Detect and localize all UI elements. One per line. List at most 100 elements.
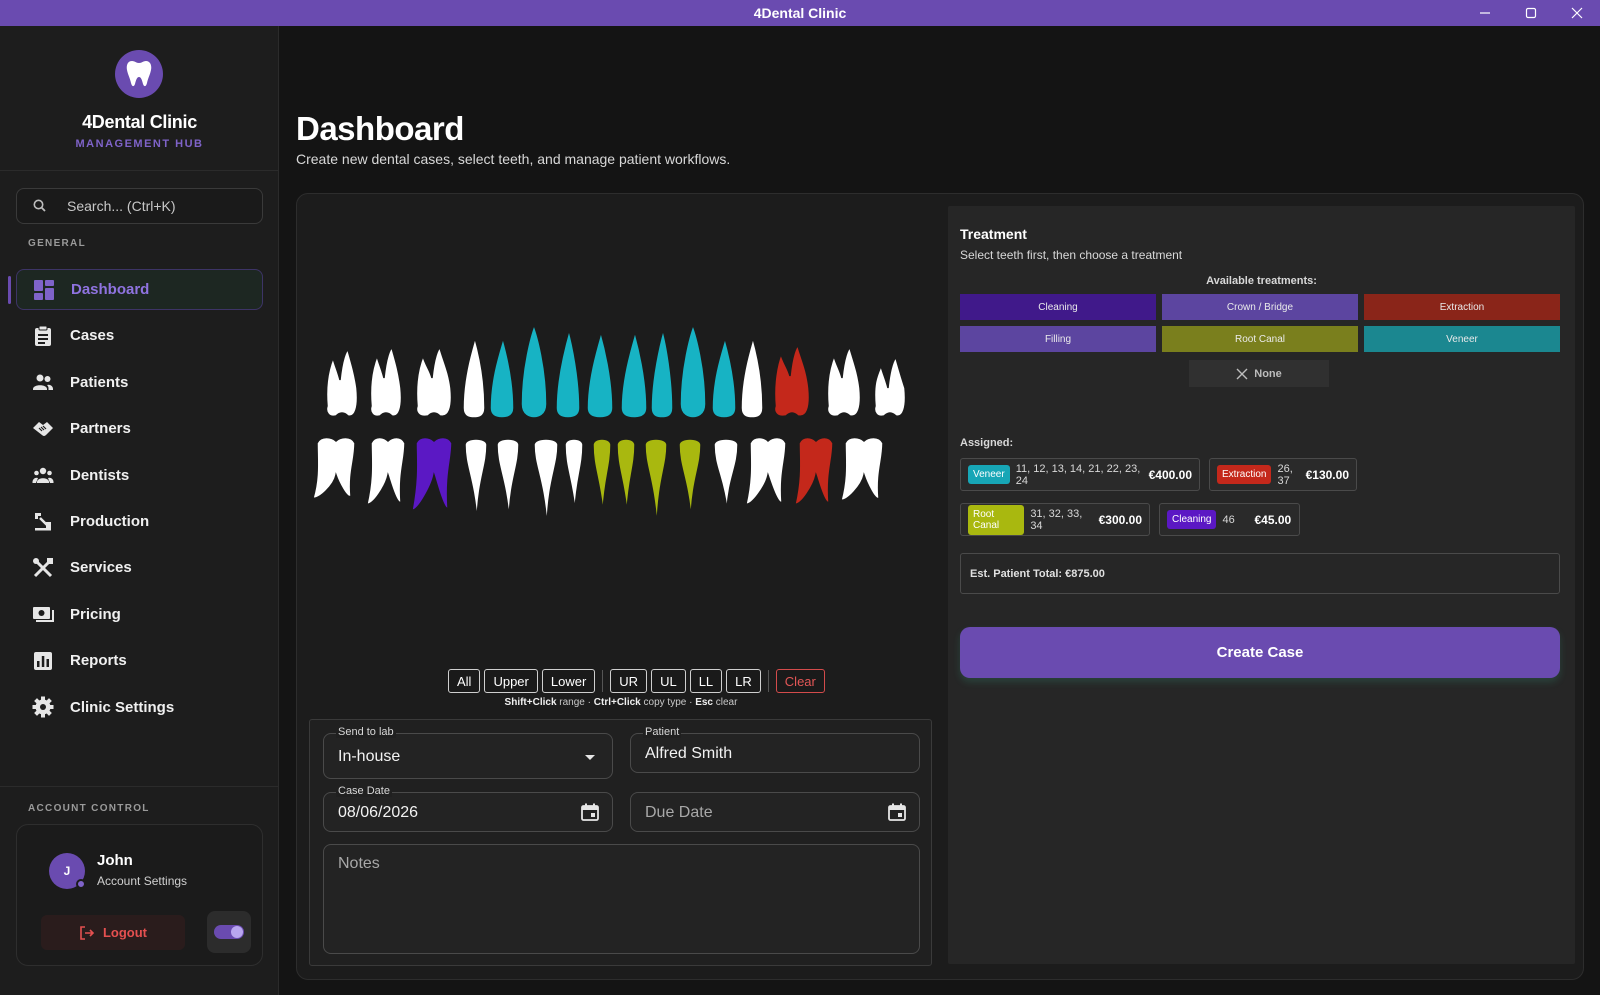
sidebar-item-partners[interactable]: Partners <box>16 408 263 449</box>
maximize-button[interactable] <box>1508 0 1554 26</box>
assigned-chip-veneer[interactable]: Veneer 11, 12, 13, 14, 21, 22, 23, 24 €4… <box>960 458 1200 491</box>
lower-tooth[interactable] <box>312 436 356 499</box>
treatment-root-canal-button[interactable]: Root Canal <box>1162 326 1358 352</box>
calendar-icon <box>888 803 906 821</box>
upper-tooth[interactable] <box>555 327 581 419</box>
assigned-chip-cleaning[interactable]: Cleaning 46 €45.00 <box>1159 503 1300 536</box>
lower-tooth[interactable] <box>533 438 559 527</box>
sidebar-item-clinic-settings[interactable]: Clinic Settings <box>16 687 263 728</box>
sidebar-item-dentists[interactable]: Dentists <box>16 455 263 496</box>
quadrant-lr-button[interactable]: LR <box>726 669 761 693</box>
logout-button[interactable]: Logout <box>41 915 185 950</box>
treatment-none-button[interactable]: None <box>1189 360 1329 387</box>
brand-subtitle: MANAGEMENT HUB <box>75 138 204 150</box>
sidebar-item-label: Production <box>70 512 150 530</box>
hint-text: copy type · <box>640 697 696 708</box>
treatment-panel: Treatment Select teeth first, then choos… <box>948 206 1575 964</box>
upper-tooth[interactable] <box>620 329 648 419</box>
lower-tooth[interactable] <box>411 436 453 511</box>
assigned-price: €45.00 <box>1254 512 1292 527</box>
sidebar-item-pricing[interactable]: Pricing <box>16 594 263 635</box>
select-all-button[interactable]: All <box>448 669 481 693</box>
calendar-icon <box>581 803 599 821</box>
assigned-chip-extraction[interactable]: Extraction 26, 37 €130.00 <box>1209 458 1357 491</box>
clear-selection-button[interactable]: Clear <box>775 669 825 693</box>
page-subtitle: Create new dental cases, select teeth, a… <box>296 151 731 167</box>
lower-tooth[interactable] <box>496 438 520 519</box>
keyboard-hint: Shift+Click range · Ctrl+Click copy type… <box>448 697 794 708</box>
upper-tooth[interactable] <box>325 349 359 418</box>
avatar[interactable]: J <box>49 853 86 889</box>
close-button[interactable] <box>1554 0 1600 26</box>
group-icon <box>32 464 54 486</box>
upper-tooth[interactable] <box>650 327 674 419</box>
theme-toggle[interactable] <box>207 911 251 953</box>
assigned-chip-root-canal[interactable]: Root Canal 31, 32, 33, 34 €300.00 <box>960 503 1150 536</box>
quadrant-ll-button[interactable]: LL <box>689 669 723 693</box>
quadrant-ur-button[interactable]: UR <box>610 669 648 693</box>
upper-tooth[interactable] <box>773 345 811 418</box>
hint-key: Esc <box>695 697 713 708</box>
available-treatments-label: Available treatments: <box>1206 275 1317 287</box>
upper-tooth[interactable] <box>679 322 707 419</box>
lower-tooth[interactable] <box>592 438 612 513</box>
upper-tooth[interactable] <box>711 335 737 419</box>
lower-tooth[interactable] <box>840 436 884 501</box>
account-card: J John Account Settings Logout <box>16 824 263 966</box>
treatment-tag: Root Canal <box>968 504 1025 535</box>
lower-tooth[interactable] <box>644 438 668 527</box>
lower-tooth[interactable] <box>564 438 584 511</box>
create-case-button[interactable]: Create Case <box>960 627 1560 678</box>
treatment-filling-button[interactable]: Filling <box>960 326 1156 352</box>
lower-tooth[interactable] <box>616 438 636 513</box>
upper-tooth[interactable] <box>740 335 764 419</box>
upper-tooth[interactable] <box>873 357 907 418</box>
patient-field[interactable]: Patient Alfred Smith <box>630 726 920 773</box>
treatment-cleaning-button[interactable]: Cleaning <box>960 294 1156 320</box>
sidebar-item-dashboard[interactable]: Dashboard <box>8 269 263 310</box>
lower-tooth[interactable] <box>794 436 834 505</box>
due-date-field[interactable]: Due Date <box>630 792 920 832</box>
treatment-veneer-button[interactable]: Veneer <box>1364 326 1560 352</box>
select-upper-button[interactable]: Upper <box>484 669 538 693</box>
lower-tooth[interactable] <box>745 436 787 505</box>
sidebar-item-reports[interactable]: Reports <box>16 640 263 681</box>
field-value: Alfred Smith <box>645 745 733 762</box>
close-icon <box>1571 7 1583 19</box>
sidebar-item-cases[interactable]: Cases <box>16 315 263 356</box>
field-label: Patient <box>643 726 682 738</box>
upper-tooth[interactable] <box>489 335 515 419</box>
select-lower-button[interactable]: Lower <box>541 669 596 693</box>
close-icon <box>1236 368 1248 379</box>
upper-tooth[interactable] <box>586 329 614 419</box>
sidebar-item-production[interactable]: Production <box>16 501 263 542</box>
search-input[interactable]: Search... (Ctrl+K) <box>16 188 263 224</box>
case-form: Send to lab In-house Patient Alfred Smit… <box>309 719 932 966</box>
sidebar-item-patients[interactable]: Patients <box>16 362 263 403</box>
sidebar-item-label: Patients <box>70 373 129 391</box>
lower-tooth[interactable] <box>366 436 406 505</box>
upper-tooth[interactable] <box>369 347 403 418</box>
upper-tooth[interactable] <box>520 322 548 419</box>
quadrant-ul-button[interactable]: UL <box>651 669 686 693</box>
lower-tooth[interactable] <box>464 438 488 521</box>
case-date-field[interactable]: Case Date 08/06/2026 <box>323 785 613 832</box>
assigned-teeth: 11, 12, 13, 14, 21, 22, 23, 24 <box>1015 462 1141 487</box>
upper-tooth[interactable] <box>415 347 453 418</box>
sidebar-item-label: Cases <box>70 327 115 345</box>
send-to-lab-select[interactable]: Send to lab In-house <box>323 726 613 779</box>
treatment-crown-bridge-button[interactable]: Crown / Bridge <box>1162 294 1358 320</box>
treatment-extraction-button[interactable]: Extraction <box>1364 294 1560 320</box>
lower-tooth[interactable] <box>678 438 702 519</box>
account-section-label: ACCOUNT CONTROL <box>28 803 150 814</box>
upper-tooth[interactable] <box>826 347 862 418</box>
account-settings-link[interactable]: Account Settings <box>97 874 187 888</box>
notes-textarea[interactable]: Notes <box>323 844 920 954</box>
upper-tooth[interactable] <box>462 335 486 419</box>
sidebar-item-services[interactable]: Services <box>16 547 263 588</box>
divider <box>602 670 604 692</box>
estimated-total: Est. Patient Total: €875.00 <box>960 553 1560 594</box>
lower-tooth[interactable] <box>713 438 739 511</box>
minimize-button[interactable] <box>1462 0 1508 26</box>
clipboard-icon <box>32 325 54 347</box>
